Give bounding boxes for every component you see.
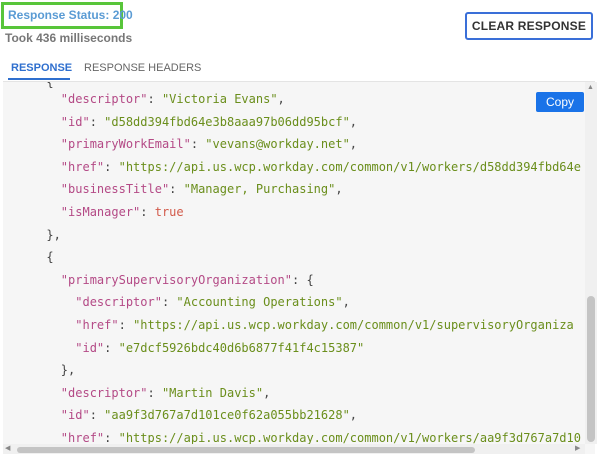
json-key: "primaryWorkEmail" [60, 137, 191, 152]
json-key: "href" [60, 159, 105, 174]
code-punctuation: , [277, 92, 285, 106]
json-value: "Victoria Evans" [161, 92, 278, 106]
code-line: "id": "e7dcf5926bdc40d6b6877f41f4c15387" [3, 337, 364, 359]
active-tab-indicator [8, 78, 70, 80]
json-key: "id" [60, 114, 90, 129]
json-value: "https://api.us.wcp.workday.com/common/v… [118, 159, 581, 174]
code-line: }, [3, 224, 61, 246]
response-status-badge: Response Status: 200 [1, 2, 133, 29]
code-line: "id": "aa9f3d767a7d101ce0f62a055bb21628"… [3, 404, 357, 426]
code-line: "primaryWorkEmail": "vevans@workday.net"… [3, 133, 357, 155]
code-punctuation: }, [46, 227, 61, 242]
vertical-scrollbar-thumb[interactable] [587, 296, 595, 442]
json-value: "https://api.us.wcp.workday.com/common/v… [118, 431, 581, 445]
code-line: "descriptor": "Victoria Evans", [3, 88, 285, 110]
vertical-scrollbar[interactable]: ▲ [585, 82, 597, 444]
json-key: "id" [60, 408, 90, 423]
clear-response-button[interactable]: CLEAR RESPONSE [465, 12, 593, 40]
json-value: "Accounting Operations" [176, 295, 343, 310]
json-value: "Manager, Purchasing" [183, 182, 336, 197]
copy-button[interactable]: Copy [536, 92, 584, 112]
horizontal-scrollbar-thumb[interactable] [17, 447, 475, 453]
json-value: { [306, 272, 314, 287]
json-key: "descriptor" [60, 92, 148, 106]
code-line: }, [3, 359, 75, 381]
json-value: "aa9f3d767a7d101ce0f62a055bb21628" [104, 408, 350, 423]
json-key: "id" [75, 340, 105, 355]
code-line: "businessTitle": "Manager, Purchasing", [3, 178, 343, 200]
code-punctuation: , [263, 385, 271, 400]
code-punctuation: { [46, 250, 54, 265]
code-line: "descriptor": "Accounting Operations", [3, 291, 350, 313]
json-value: "e7dcf5926bdc40d6b6877f41f4c15387" [118, 340, 365, 355]
json-value: "https://api.us.wcp.workday.com/common/v… [133, 318, 574, 332]
code-punctuation: , [342, 295, 350, 310]
code-line: "href": "https://api.us.wcp.workday.com/… [3, 314, 574, 336]
code-line: "href": "https://api.us.wcp.workday.com/… [3, 156, 581, 178]
response-tabs: RESPONSE RESPONSE HEADERS [0, 60, 600, 82]
json-key: "descriptor" [60, 385, 148, 400]
json-key: "primarySupervisoryOrganization" [60, 272, 292, 287]
code-line: { [3, 246, 54, 268]
json-key: "descriptor" [75, 295, 162, 310]
code-punctuation: }, [60, 363, 76, 378]
json-key: "href" [60, 431, 105, 445]
code-punctuation: , [349, 137, 358, 152]
scroll-up-arrow-icon[interactable]: ▲ [587, 84, 594, 92]
json-value: "d58dd394fbd64e3b8aaa97b06dd95bcf" [104, 114, 350, 129]
response-status-text: Response Status: 200 [8, 8, 133, 22]
code-line: "descriptor": "Martin Davis", [3, 382, 271, 404]
json-key: "businessTitle" [60, 182, 170, 197]
scroll-right-arrow-icon[interactable]: ▶ [575, 445, 580, 453]
code-line: "isManager": true [3, 201, 184, 223]
scroll-left-arrow-icon[interactable]: ◀ [5, 445, 10, 453]
code-punctuation: , [349, 114, 358, 129]
response-time-text: Took 436 milliseconds [5, 31, 133, 45]
code-punctuation: , [349, 408, 358, 423]
code-line: "primarySupervisoryOrganization": { [3, 269, 314, 291]
json-value: "Martin Davis" [161, 385, 264, 400]
tab-response-headers[interactable]: RESPONSE HEADERS [84, 62, 201, 74]
horizontal-scrollbar[interactable]: ◀ ▶ [3, 444, 585, 454]
json-key: "isManager" [60, 205, 141, 219]
json-value: true [154, 205, 184, 219]
json-key: "href" [75, 318, 119, 332]
response-body-panel[interactable]: { "descriptor": "Victoria Evans", "id": … [3, 81, 595, 454]
code-punctuation: , [335, 182, 343, 197]
code-line: "id": "d58dd394fbd64e3b8aaa97b06dd95bcf"… [3, 111, 357, 133]
tab-response[interactable]: RESPONSE [11, 62, 72, 74]
json-value: "vevans@workday.net" [205, 137, 350, 152]
